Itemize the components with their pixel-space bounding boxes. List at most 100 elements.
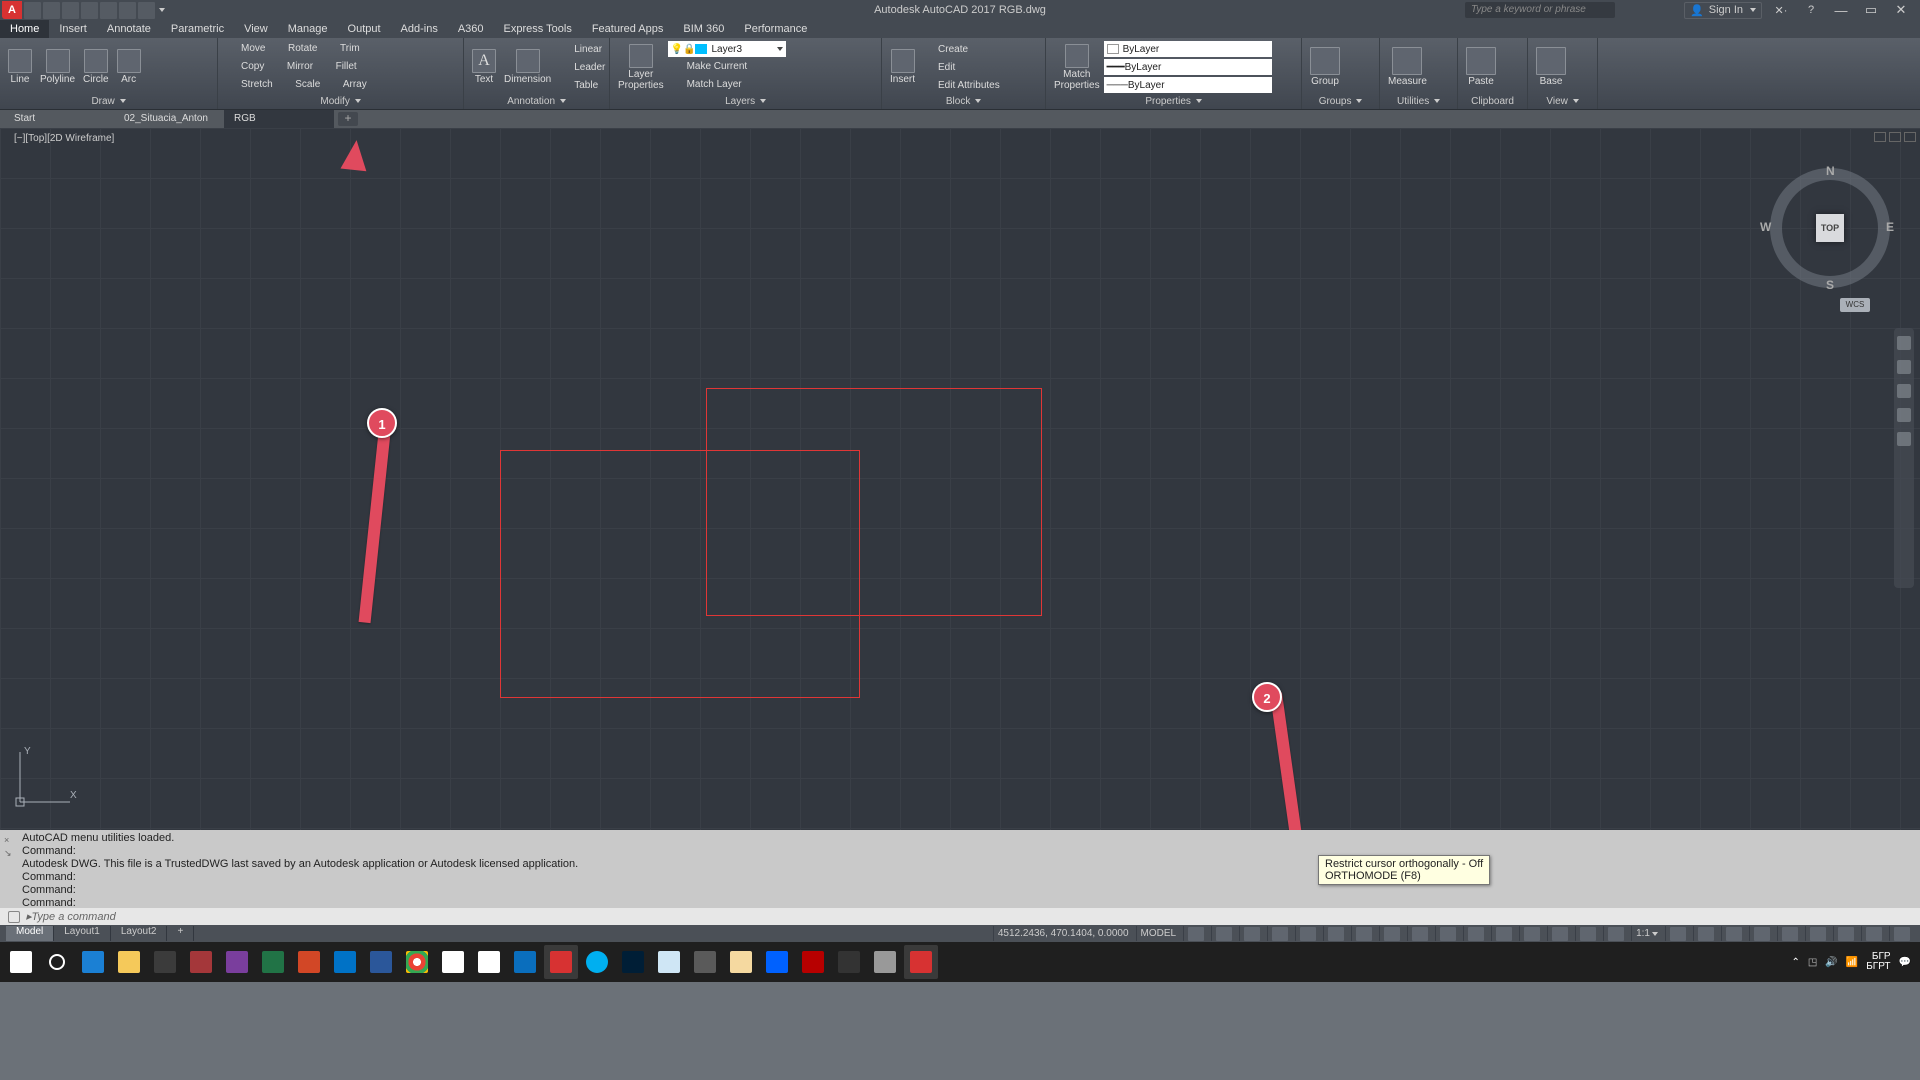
skype-icon[interactable] <box>580 945 614 979</box>
edge-icon[interactable] <box>76 945 110 979</box>
outlook-icon[interactable] <box>328 945 362 979</box>
paint-icon[interactable] <box>724 945 758 979</box>
tab-file-2[interactable]: RGB <box>224 110 334 128</box>
status-grid-icon[interactable] <box>1188 927 1204 941</box>
mirror-icon[interactable] <box>270 59 284 73</box>
panel-groups-caption[interactable]: Groups <box>1319 96 1352 107</box>
hatch-icon[interactable] <box>151 60 165 74</box>
chrome-icon[interactable] <box>400 945 434 979</box>
tray-action-icon[interactable]: ◳ <box>1808 957 1817 968</box>
tab-file-1[interactable]: 02_Situacia_Anton <box>114 110 224 128</box>
status-ducs-icon[interactable] <box>1580 927 1596 941</box>
panel-block-caption[interactable]: Block <box>946 96 970 107</box>
command-history[interactable]: ×↘ AutoCAD menu utilities loaded. Comman… <box>0 830 1920 908</box>
vp-close-icon[interactable] <box>1904 132 1916 142</box>
sticky-icon[interactable] <box>652 945 686 979</box>
onenote-icon[interactable] <box>220 945 254 979</box>
settings-icon[interactable] <box>832 945 866 979</box>
tab-view[interactable]: View <box>234 20 278 38</box>
tab-manage[interactable]: Manage <box>278 20 338 38</box>
powerpoint-icon[interactable] <box>292 945 326 979</box>
new-tab-button[interactable]: + <box>338 112 358 126</box>
lineweight-combo[interactable]: ━━━ ByLayer <box>1104 59 1272 75</box>
help-search-input[interactable]: Type a keyword or phrase <box>1465 2 1615 18</box>
qat-new-icon[interactable] <box>24 2 41 19</box>
linear-button[interactable]: Linear <box>555 40 607 58</box>
command-input[interactable]: ▸ Type a command <box>0 908 1920 925</box>
window-close-icon[interactable]: ✕ <box>1890 0 1912 20</box>
text-button[interactable]: AText <box>468 49 500 85</box>
status-qp-icon[interactable] <box>1754 927 1770 941</box>
rotate-icon[interactable] <box>271 41 285 55</box>
excel-icon[interactable] <box>256 945 290 979</box>
status-custom-icon[interactable] <box>1894 927 1910 941</box>
nav-wheel-icon[interactable] <box>1897 336 1911 350</box>
status-iso-icon[interactable] <box>1356 927 1372 941</box>
arc-button[interactable]: Arc <box>113 49 145 85</box>
notepad-icon[interactable] <box>472 945 506 979</box>
cortana-icon[interactable] <box>40 945 74 979</box>
panel-draw-caption[interactable]: Draw <box>91 96 114 107</box>
tab-featured[interactable]: Featured Apps <box>582 20 674 38</box>
copy-icon[interactable] <box>224 59 238 73</box>
tab-a360[interactable]: A360 <box>448 20 494 38</box>
tab-express[interactable]: Express Tools <box>494 20 582 38</box>
status-isolate-icon[interactable] <box>1810 927 1826 941</box>
status-lwt-icon[interactable] <box>1468 927 1484 941</box>
calculator-icon[interactable] <box>688 945 722 979</box>
status-hardware-icon[interactable] <box>1838 927 1854 941</box>
start-button[interactable] <box>4 945 38 979</box>
trim-icon[interactable] <box>323 41 337 55</box>
qat-saveas-icon[interactable] <box>81 2 98 19</box>
nav-orbit-icon[interactable] <box>1897 408 1911 422</box>
circle-button[interactable]: Circle <box>79 49 113 85</box>
tray-lang2[interactable]: БГРТ <box>1866 962 1890 972</box>
qat-open-icon[interactable] <box>43 2 60 19</box>
misc-icon[interactable] <box>868 945 902 979</box>
status-selcycle-icon[interactable] <box>1524 927 1540 941</box>
status-transparency-icon[interactable] <box>1496 927 1512 941</box>
status-annomonitor-icon[interactable] <box>1552 927 1568 941</box>
status-lockui-icon[interactable] <box>1782 927 1798 941</box>
qat-undo-icon[interactable] <box>119 2 136 19</box>
status-3dosnap-icon[interactable] <box>1412 927 1428 941</box>
wcs-badge[interactable]: WCS <box>1840 298 1870 312</box>
layout-add[interactable]: + <box>167 926 194 941</box>
match-layer-button[interactable]: Match Layer <box>668 75 877 93</box>
status-ortho-icon[interactable] <box>1300 927 1316 941</box>
layer-combo[interactable]: 💡🔒 Layer3 <box>668 41 786 57</box>
status-units-icon[interactable] <box>1726 927 1742 941</box>
tab-annotate[interactable]: Annotate <box>97 20 161 38</box>
layout-1[interactable]: Layout1 <box>54 926 111 941</box>
status-dyninput-icon[interactable] <box>1272 927 1288 941</box>
spline-icon[interactable] <box>151 78 165 92</box>
scale-icon[interactable] <box>278 77 292 91</box>
status-annoviz-icon[interactable] <box>1670 927 1686 941</box>
panel-modify-caption[interactable]: Modify <box>320 96 349 107</box>
rect-icon[interactable] <box>151 42 165 56</box>
color-combo[interactable]: ByLayer <box>1104 41 1272 57</box>
access-icon[interactable] <box>184 945 218 979</box>
tab-parametric[interactable]: Parametric <box>161 20 234 38</box>
dropbox-icon[interactable] <box>760 945 794 979</box>
panel-layers-caption[interactable]: Layers <box>725 96 755 107</box>
tab-performance[interactable]: Performance <box>734 20 817 38</box>
base-button[interactable]: Base <box>1532 47 1570 87</box>
match-properties-button[interactable]: Match Properties <box>1050 44 1104 91</box>
nav-pan-icon[interactable] <box>1897 360 1911 374</box>
measure-button[interactable]: Measure <box>1384 47 1431 87</box>
status-coords[interactable]: 4512.2436, 470.1404, 0.0000 <box>993 926 1133 941</box>
qat-redo-icon[interactable] <box>138 2 155 19</box>
edit-attributes-button[interactable]: Edit Attributes <box>919 76 1002 94</box>
cmdhist-close-icon[interactable]: ×↘ <box>4 834 12 860</box>
panel-properties-caption[interactable]: Properties <box>1145 96 1191 107</box>
fillet-icon[interactable] <box>319 59 333 73</box>
word-icon[interactable] <box>364 945 398 979</box>
status-otrack-icon[interactable] <box>1440 927 1456 941</box>
move-icon[interactable] <box>224 41 238 55</box>
panel-view-caption[interactable]: View <box>1546 96 1568 107</box>
status-ws-icon[interactable] <box>1698 927 1714 941</box>
filezilla-icon[interactable] <box>796 945 830 979</box>
drawing-canvas[interactable]: [−][Top][2D Wireframe] 1 2 X Y TOP N S E… <box>0 128 1920 830</box>
tab-start[interactable]: Start <box>4 110 114 128</box>
